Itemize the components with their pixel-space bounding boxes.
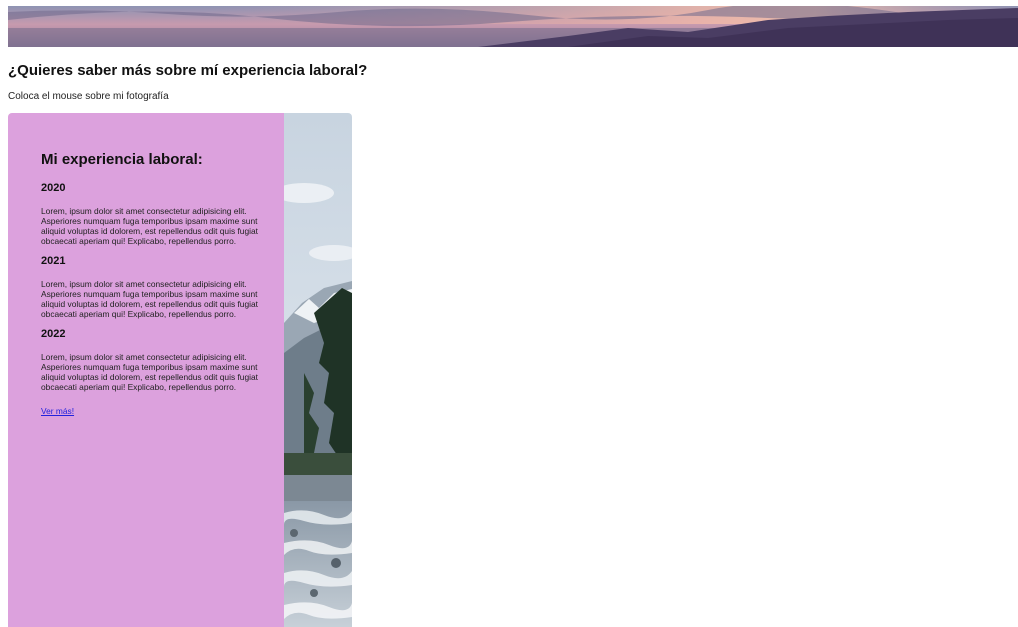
- see-more-link[interactable]: Ver más!: [41, 406, 74, 416]
- hover-hint: Coloca el mouse sobre mi fotografía: [8, 91, 169, 102]
- page-title: ¿Quieres saber más sobre mí experiencia …: [8, 62, 368, 79]
- year-2021-heading: 2021: [41, 255, 66, 267]
- year-2022-heading: 2022: [41, 328, 66, 340]
- banner-image: [8, 6, 1018, 47]
- experience-card[interactable]: Mi experiencia laboral: 2020 Lorem, ipsu…: [8, 113, 352, 627]
- experience-heading: Mi experiencia laboral:: [41, 151, 203, 168]
- experience-panel: Mi experiencia laboral: 2020 Lorem, ipsu…: [8, 113, 284, 627]
- mountain-river-photo: [271, 113, 352, 627]
- year-2020-heading: 2020: [41, 182, 66, 194]
- year-2021-description: Lorem, ipsum dolor sit amet consectetur …: [41, 279, 258, 319]
- year-2022-description: Lorem, ipsum dolor sit amet consectetur …: [41, 352, 258, 392]
- banner-landscape-illustration: [8, 6, 1018, 47]
- profile-photo[interactable]: [271, 113, 352, 627]
- year-2020-description: Lorem, ipsum dolor sit amet consectetur …: [41, 206, 258, 246]
